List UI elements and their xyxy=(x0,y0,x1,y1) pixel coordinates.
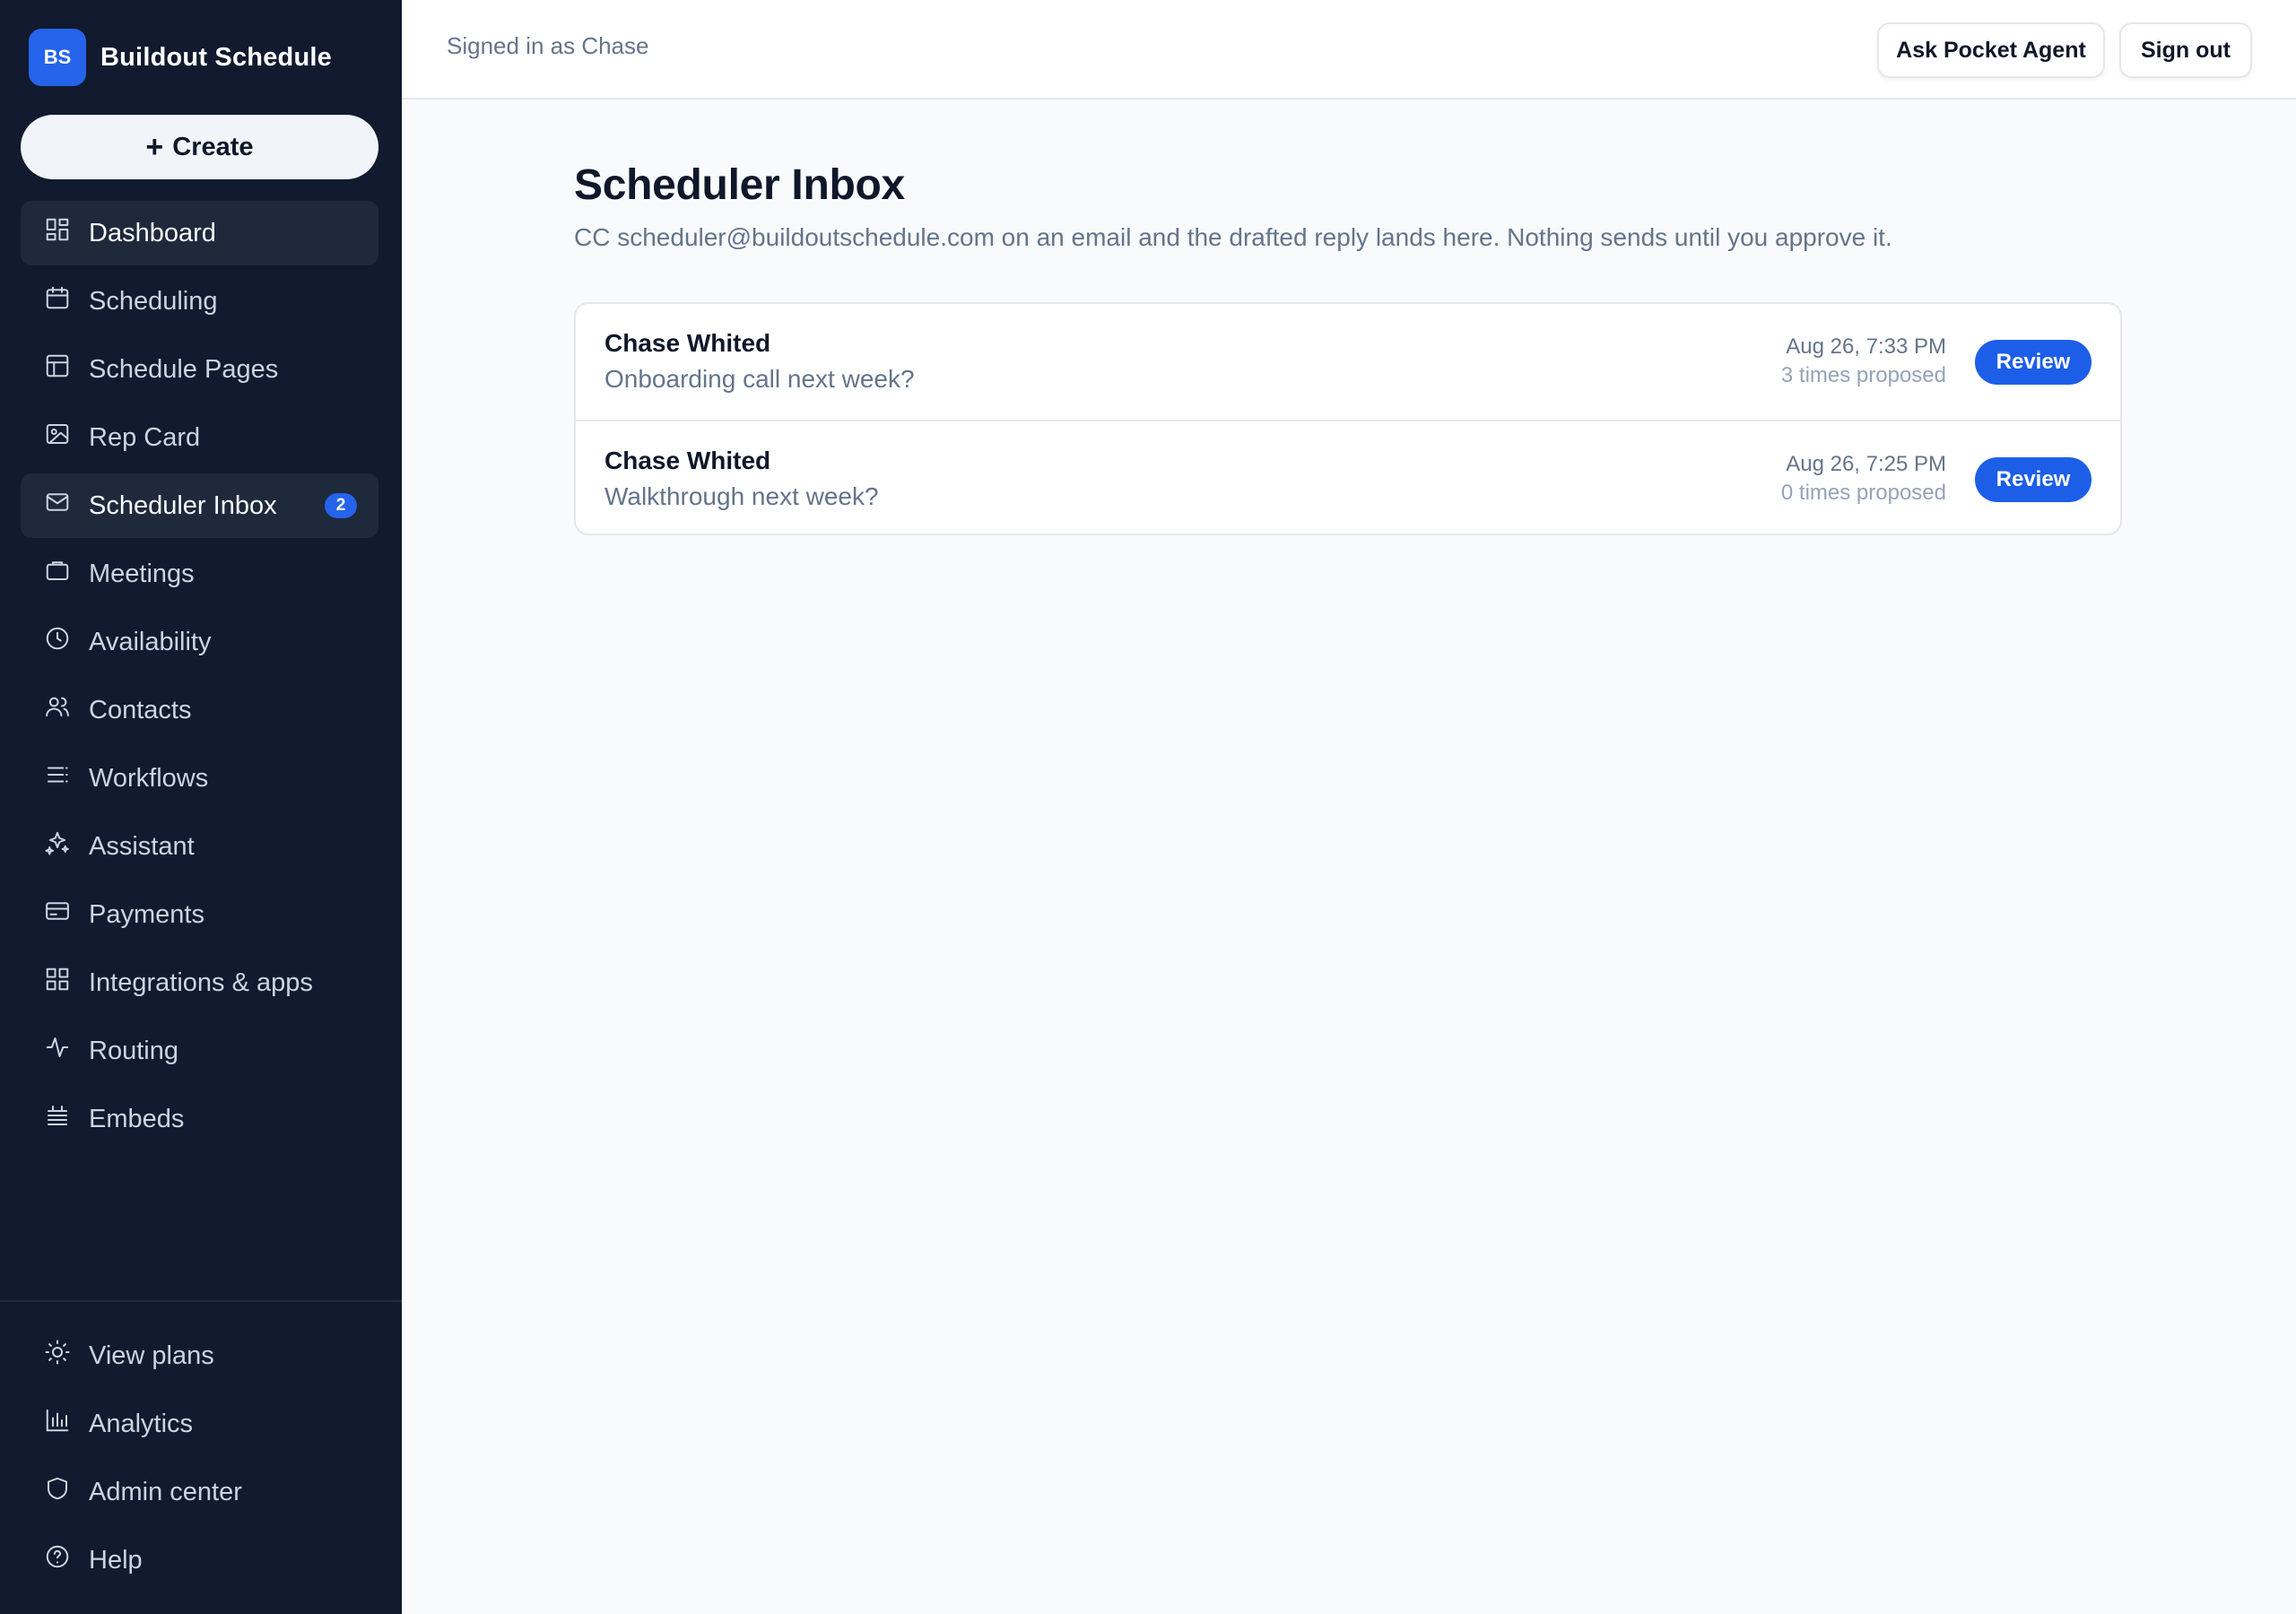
sidebar-item-label: Admin center xyxy=(89,1477,242,1506)
sun-icon xyxy=(44,1339,71,1373)
sidebar-item-label: Routing xyxy=(89,1036,178,1065)
sidebar-item-label: Embeds xyxy=(89,1104,185,1133)
sidebar-item-contacts[interactable]: Contacts xyxy=(21,678,378,742)
sidebar-item-schedule-pages[interactable]: Schedule Pages xyxy=(21,337,378,402)
sidebar-item-label: Workflows xyxy=(89,763,209,793)
email-subject: Walkthrough next week? xyxy=(604,482,879,510)
received-date: Aug 26, 7:33 PM xyxy=(1786,334,1946,359)
sidebar-item-label: Meetings xyxy=(89,559,195,588)
create-button-label: Create xyxy=(172,132,254,161)
credit-card-icon xyxy=(44,898,71,932)
sidebar-item-label: Scheduler Inbox xyxy=(89,490,277,520)
brand[interactable]: BS Buildout Schedule xyxy=(29,29,332,86)
list-icon xyxy=(44,761,71,795)
sidebar-item-assistant[interactable]: Assistant xyxy=(21,814,378,879)
embed-icon xyxy=(44,1102,71,1136)
main-content: Scheduler Inbox CC scheduler@buildoutsch… xyxy=(402,101,2296,1614)
sidebar-item-label: View plans xyxy=(89,1341,214,1370)
sidebar-item-label: Scheduling xyxy=(89,286,218,316)
sidebar-bottom-nav: View plans Analytics Admin center Help xyxy=(21,1323,378,1596)
image-icon xyxy=(44,421,71,455)
sidebar-item-workflows[interactable]: Workflows xyxy=(21,746,378,811)
unread-count-badge: 2 xyxy=(325,493,357,518)
sidebar-item-routing[interactable]: Routing xyxy=(21,1019,378,1083)
users-icon xyxy=(44,693,71,727)
top-bar: Signed in as Chase Ask Pocket Agent Sign… xyxy=(402,0,2296,100)
inbox-row[interactable]: Chase Whited Onboarding call next week? … xyxy=(576,304,2120,420)
sidebar-item-label: Contacts xyxy=(89,695,192,725)
sidebar-item-label: Assistant xyxy=(89,831,195,861)
times-proposed: 0 times proposed xyxy=(1780,481,1946,505)
plus-icon: + xyxy=(145,130,164,164)
inbox-list: Chase Whited Onboarding call next week? … xyxy=(574,302,2122,535)
page-subtitle: CC scheduler@buildoutschedule.com on an … xyxy=(574,223,1892,251)
signed-in-status: Signed in as Chase xyxy=(447,32,649,59)
sidebar-item-label: Integrations & apps xyxy=(89,968,313,997)
clock-icon xyxy=(44,625,71,659)
sidebar-item-rep-card[interactable]: Rep Card xyxy=(21,405,378,470)
sidebar-item-analytics[interactable]: Analytics xyxy=(21,1392,378,1456)
sidebar-item-availability[interactable]: Availability xyxy=(21,610,378,674)
inbox-row[interactable]: Chase Whited Walkthrough next week? Aug … xyxy=(576,420,2120,534)
sidebar-item-scheduler-inbox[interactable]: Scheduler Inbox 2 xyxy=(21,473,378,538)
sidebar-item-embeds[interactable]: Embeds xyxy=(21,1087,378,1151)
sidebar-item-label: Analytics xyxy=(89,1409,194,1438)
sidebar-item-label: Help xyxy=(89,1545,143,1575)
sidebar-item-label: Availability xyxy=(89,627,212,656)
review-button[interactable]: Review xyxy=(1975,457,2092,502)
grid-icon xyxy=(44,966,71,1000)
sender-name: Chase Whited xyxy=(604,447,771,474)
sidebar-divider xyxy=(0,1300,402,1302)
review-button[interactable]: Review xyxy=(1975,340,2092,385)
sender-name: Chase Whited xyxy=(604,329,771,357)
sidebar-item-label: Payments xyxy=(89,899,204,929)
email-subject: Onboarding call next week? xyxy=(604,365,915,393)
sidebar-item-label: Dashboard xyxy=(89,218,216,247)
sidebar-item-admin-center[interactable]: Admin center xyxy=(21,1460,378,1524)
sidebar-item-label: Rep Card xyxy=(89,422,201,452)
calendar-icon xyxy=(44,284,71,318)
brand-logo: BS xyxy=(29,29,86,86)
bar-chart-icon xyxy=(44,1407,71,1441)
activity-icon xyxy=(44,1034,71,1068)
sidebar-item-view-plans[interactable]: View plans xyxy=(21,1323,378,1388)
sidebar-nav: Dashboard Scheduling Schedule Pages Rep … xyxy=(21,201,378,1155)
sidebar-item-help[interactable]: Help xyxy=(21,1528,378,1592)
sidebar-item-meetings[interactable]: Meetings xyxy=(21,542,378,606)
help-circle-icon xyxy=(44,1543,71,1577)
times-proposed: 3 times proposed xyxy=(1780,363,1946,387)
brand-name: Buildout Schedule xyxy=(100,42,332,72)
received-date: Aug 26, 7:25 PM xyxy=(1786,452,1946,476)
create-button[interactable]: + Create xyxy=(21,115,378,179)
briefcase-icon xyxy=(44,557,71,591)
sparkles-icon xyxy=(44,829,71,863)
mail-icon xyxy=(44,489,71,523)
page-title: Scheduler Inbox xyxy=(574,161,905,209)
layout-icon xyxy=(44,352,71,386)
sidebar-item-dashboard[interactable]: Dashboard xyxy=(21,201,378,265)
sidebar-item-integrations[interactable]: Integrations & apps xyxy=(21,950,378,1015)
shield-icon xyxy=(44,1475,71,1509)
sidebar-item-payments[interactable]: Payments xyxy=(21,882,378,947)
sidebar-item-label: Schedule Pages xyxy=(89,354,279,384)
sidebar: BS Buildout Schedule + Create Dashboard … xyxy=(0,0,402,1614)
sign-out-button[interactable]: Sign out xyxy=(2119,22,2252,78)
sidebar-item-scheduling[interactable]: Scheduling xyxy=(21,269,378,334)
ask-pocket-agent-button[interactable]: Ask Pocket Agent xyxy=(1877,22,2105,78)
dashboard-icon xyxy=(44,216,71,250)
